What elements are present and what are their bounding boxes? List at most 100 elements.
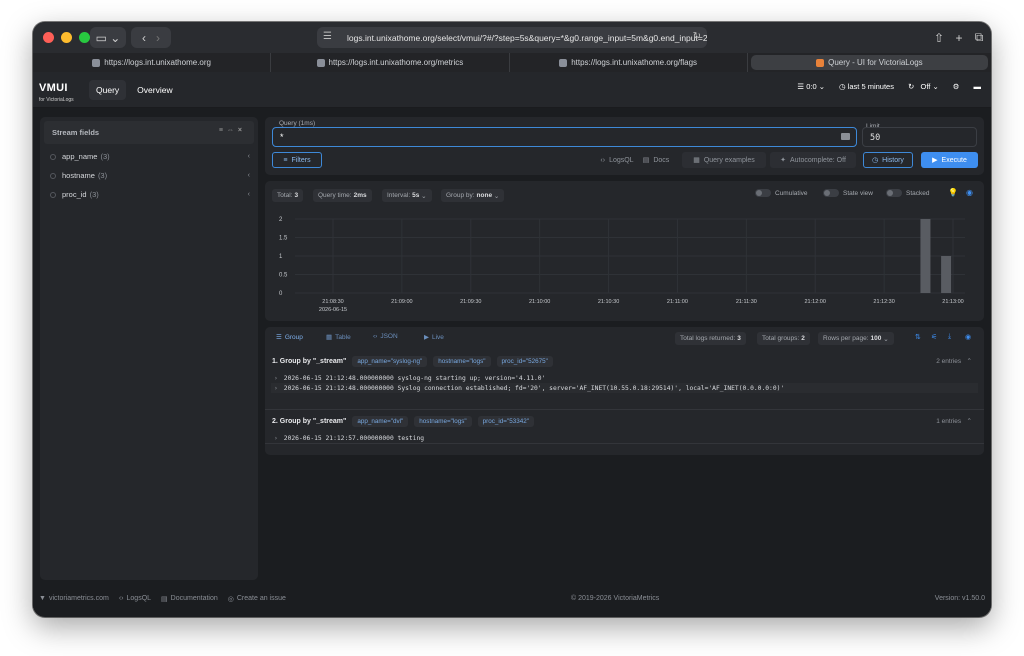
log-text: 2026-06-15 21:12:48.000000000 Syslog con… (283, 384, 785, 392)
footer-logsql-link[interactable]: LogsQL (127, 595, 152, 602)
group-by-selector[interactable]: Group by: none ⌄ (441, 189, 505, 202)
minimize-window-button[interactable] (61, 32, 72, 43)
query-label: Query (1ms) (277, 120, 318, 127)
keyboard-icon[interactable]: ▬ (974, 82, 982, 91)
chevron-up-icon[interactable]: ⌃ (967, 358, 972, 365)
sort-icon[interactable]: ≡ (219, 127, 227, 134)
stream-chip[interactable]: app_name="syslog-ng" (352, 355, 428, 367)
filters-button[interactable]: ≡ Filters (272, 152, 322, 168)
history-button[interactable]: ◷ History (863, 152, 913, 168)
refresh-selector[interactable]: ↻ Off ⌄ (908, 82, 939, 91)
tab-overview-button[interactable]: ⧉ (971, 27, 987, 48)
stream-chip[interactable]: app_name="dvl" (352, 415, 409, 427)
group-header[interactable]: 1. Group by "_stream" app_name="syslog-n… (265, 353, 984, 369)
browser-tab-active[interactable]: Query - UI for VictoriaLogs (750, 55, 988, 70)
tab-label: Query - UI for VictoriaLogs (828, 58, 923, 67)
tenant-selector[interactable]: ☰ 0:0 ⌄ (797, 82, 825, 91)
stream-chip[interactable]: hostname="logs" (414, 415, 472, 427)
footer-site-link[interactable]: victoriametrics.com (49, 595, 109, 602)
tab-live[interactable]: ▶ Live (424, 333, 444, 342)
stacked-toggle[interactable]: Stacked (886, 189, 930, 197)
tab-label: Table (335, 333, 351, 341)
nav-overview[interactable]: Overview (130, 80, 179, 100)
sidebar-toggle-button[interactable]: ▭ ⌄ (90, 27, 126, 48)
address-bar[interactable]: ☰ logs.int.unixathome.org/select/vmui/?#… (317, 27, 707, 48)
chevron-right-icon[interactable]: › (274, 435, 278, 442)
total-label: Total: (277, 192, 293, 199)
stream-field-hostname[interactable]: hostname (3) ‹ (40, 166, 258, 185)
zoom-window-button[interactable] (79, 32, 90, 43)
tab-table[interactable]: ▦ Table (326, 333, 351, 342)
groupby-label: Group by: (446, 192, 475, 199)
log-line[interactable]: › 2026-06-15 21:12:48.000000000 syslog-ng… (265, 373, 984, 383)
query-examples-button[interactable]: ▦ Query examples (682, 152, 766, 168)
chevron-right-icon[interactable]: › (274, 375, 278, 382)
eye-off-icon[interactable]: ◉ (966, 188, 973, 197)
total-returned-tag: Total logs returned: 3 (675, 332, 746, 345)
collapse-icon[interactable]: ⇔ (227, 127, 238, 134)
divider (265, 409, 984, 410)
gear-icon[interactable]: ⚙ (953, 82, 960, 91)
stream-chip[interactable]: proc_id="53342" (477, 415, 534, 427)
close-window-button[interactable] (43, 32, 54, 43)
browser-tab[interactable]: https://logs.int.unixathome.org (33, 53, 272, 72)
query-panel: * Query (1ms) Limit 50 ≡ Filters ‹› LogsQL… (265, 117, 984, 175)
x-tick-label: 21:13:00 (942, 299, 963, 305)
browser-tab[interactable]: https://logs.int.unixathome.org/flags (510, 53, 748, 72)
log-line[interactable]: › 2026-06-15 21:12:48.000000000 Syslog co… (271, 383, 978, 393)
docs-link[interactable]: ▤ Docs (637, 152, 675, 168)
interval-selector[interactable]: Interval: 5s ⌄ (382, 189, 432, 202)
limit-input[interactable]: 50 (862, 127, 977, 147)
chevron-left-icon: ‹ (247, 153, 250, 160)
group-header[interactable]: 2. Group by "_stream" app_name="dvl" hos… (265, 413, 984, 429)
nav-query[interactable]: Query (89, 80, 127, 100)
back-forward-buttons[interactable]: ‹ › (131, 27, 171, 48)
rows-per-page-selector[interactable]: Rows per page: 100 ⌄ (818, 332, 894, 345)
refresh-value: Off (920, 82, 931, 91)
reload-icon[interactable]: ↻ (693, 31, 701, 42)
stream-chip[interactable]: hostname="logs" (433, 355, 491, 367)
autocomplete-label: Autocomplete: Off (789, 156, 846, 164)
total-value: 3 (294, 192, 299, 199)
footer-issue-link[interactable]: Create an issue (237, 595, 286, 602)
tab-group[interactable]: ☰ Group (276, 333, 303, 342)
footer-docs-link[interactable]: Documentation (171, 595, 218, 602)
autocomplete-toggle[interactable]: ✦ Autocomplete: Off (770, 152, 856, 168)
filters-label: Filters (291, 156, 311, 164)
browser-tab[interactable]: https://logs.int.unixathome.org/metrics (271, 53, 510, 72)
lightbulb-icon[interactable]: 💡 (948, 188, 958, 197)
stream-chip[interactable]: proc_id="52675" (496, 355, 553, 367)
chevron-up-icon[interactable]: ⌃ (967, 418, 972, 425)
stream-field-app-name[interactable]: app_name (3) ‹ (40, 147, 258, 166)
new-tab-button[interactable]: + (951, 27, 967, 48)
tab-label: Live (432, 333, 444, 341)
stream-field-proc-id[interactable]: proc_id (3) ‹ (40, 185, 258, 204)
keyboard-icon[interactable] (841, 133, 850, 140)
back-icon[interactable]: ‹ (142, 31, 146, 45)
chevron-right-icon[interactable]: › (274, 385, 278, 392)
time-range-selector[interactable]: ◷ last 5 minutes (839, 82, 894, 91)
close-icon[interactable]: × (238, 127, 246, 134)
field-name: hostname (62, 171, 95, 180)
query-input[interactable]: * (272, 127, 857, 147)
stream-fields-title: Stream fields (52, 128, 100, 137)
log-line[interactable]: › 2026-06-15 21:12:57.000000000 testing (265, 433, 984, 443)
docs-label: Docs (653, 156, 670, 164)
interval-value: 5s (412, 192, 420, 199)
logsql-label: LogsQL (609, 156, 634, 164)
tab-json[interactable]: ‹› JSON (373, 333, 398, 340)
download-icon[interactable]: ⤓ (948, 333, 951, 341)
field-dot-icon (50, 172, 56, 179)
share-button[interactable]: ⇧ (931, 27, 947, 48)
state-view-toggle[interactable]: State view (823, 189, 873, 197)
execute-button[interactable]: ▶ Execute (921, 152, 978, 168)
favicon-icon (92, 58, 101, 67)
eye-off-icon[interactable]: ◉ (965, 333, 971, 341)
settings-sliders-icon[interactable]: ⚟ (931, 333, 937, 341)
vmui-logo[interactable]: VMUI for VictoriaLogs (39, 78, 74, 103)
sort-icon[interactable]: ⇅ (915, 333, 921, 341)
page-settings-icon[interactable]: ☰ (323, 31, 336, 44)
forward-icon[interactable]: › (156, 31, 160, 45)
total-groups-tag: Total groups: 2 (757, 332, 810, 345)
cumulative-toggle[interactable]: Cumulative (755, 189, 808, 197)
